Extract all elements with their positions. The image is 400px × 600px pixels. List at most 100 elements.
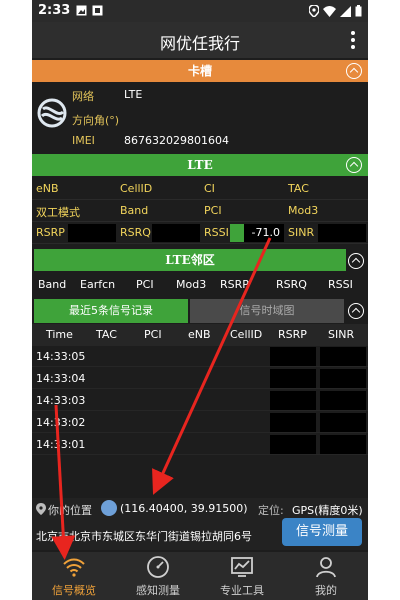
nav-label: 专业工具 [220, 584, 264, 597]
record-header: TAC [96, 328, 117, 341]
lte-row: RSRP RSRQ RSSI -71.0 SINR [32, 222, 368, 244]
location-coords: (116.40400, 39.91500) [120, 502, 248, 515]
signal-measure-button[interactable]: 信号测量 [282, 518, 362, 546]
lte-cell-label: Mod3 [288, 204, 319, 217]
app-bar: 网优任我行 [32, 22, 368, 58]
record-time: 14:33:03 [36, 394, 86, 407]
record-rsrp-cell [270, 347, 316, 366]
collapse-icon[interactable] [348, 253, 364, 269]
record-rsrp-cell [270, 391, 316, 410]
rsrq-value-box [152, 224, 200, 242]
bottom-nav: 信号概览 感知测量 专业工具 我的 [32, 552, 368, 600]
table-row: 14:33:01 [32, 434, 368, 455]
lte-cell-label: RSSI [204, 226, 229, 239]
lte-cell-label: eNB [36, 182, 59, 195]
china-mobile-logo-icon [37, 98, 67, 128]
table-row: 14:33:05 [32, 346, 368, 367]
record-header-row: Time TAC PCI eNB CellID RSRP SINR [32, 324, 368, 346]
table-row: 14:33:02 [32, 412, 368, 433]
collapse-icon[interactable] [348, 303, 364, 319]
position-label: 定位: [258, 504, 284, 517]
imei-label: IMEI [72, 134, 95, 147]
location-panel: 你的位置 (116.40400, 39.91500) 定位: GPS(精度0米)… [32, 498, 368, 550]
nav-label: 感知测量 [136, 584, 180, 597]
lte-cell-label: 双工模式 [36, 206, 80, 219]
lte-neighbor-title: LTE邻区 [165, 253, 215, 267]
sim-slot-section[interactable]: 卡槽 [32, 60, 368, 82]
lte-info-grid: eNB CellID CI TAC 双工模式 Band PCI Mod3 RSR… [32, 178, 368, 244]
gps-accuracy: GPS(精度0米) [292, 504, 363, 517]
tab-recent-records[interactable]: 最近5条信号记录 [34, 299, 188, 323]
record-header: Time [46, 328, 73, 341]
gauge-icon [147, 556, 169, 578]
signal-icon [340, 5, 351, 17]
lte-title: LTE [187, 158, 213, 172]
record-sinr-cell [320, 435, 366, 454]
neighbor-header: RSSI [328, 278, 353, 291]
lte-row: eNB CellID CI TAC [32, 178, 368, 200]
record-sinr-cell [320, 369, 366, 388]
wifi-status-icon [323, 5, 336, 17]
nav-label: 我的 [315, 584, 337, 597]
rssi-value-box: -71.0 [230, 224, 284, 242]
record-tabs: 最近5条信号记录 信号时域图 [32, 299, 368, 323]
phone-screen: 2:33 网优任我行 卡槽 网络 LTE 方向角(°) IMEI 8676320… [32, 0, 368, 600]
status-bar: 2:33 [32, 0, 368, 22]
chart-icon [231, 557, 253, 577]
lte-section[interactable]: LTE [32, 154, 368, 176]
location-icon [309, 5, 319, 17]
nav-item-perception-measure[interactable]: 感知测量 [116, 552, 200, 600]
nav-item-pro-tools[interactable]: 专业工具 [200, 552, 284, 600]
record-time: 14:33:04 [36, 372, 86, 385]
lte-cell-label: CellID [120, 182, 153, 195]
lte-neighbor-section[interactable]: LTE邻区 [34, 249, 346, 271]
rssi-value: -71.0 [251, 226, 280, 239]
record-time: 14:33:05 [36, 350, 86, 363]
image-icon [76, 5, 87, 16]
notification-icon [92, 5, 103, 16]
record-sinr-cell [320, 391, 366, 410]
more-menu-icon[interactable] [350, 30, 356, 50]
person-icon [316, 557, 336, 578]
network-label: 网络 [72, 90, 94, 103]
location-address: 北京市北京市东城区东华门街道锡拉胡同6号 [36, 530, 252, 543]
neighbor-header-row: Band Earfcn PCI Mod3 RSRP RSRQ RSSI [32, 274, 368, 296]
record-header: PCI [144, 328, 162, 341]
record-header: RSRP [278, 328, 307, 341]
record-sinr-cell [320, 347, 366, 366]
nav-item-mine[interactable]: 我的 [284, 552, 368, 600]
wifi-icon [63, 558, 85, 577]
neighbor-header: RSRQ [276, 278, 307, 291]
lte-cell-label: SINR [288, 226, 315, 239]
sim-slot-title: 卡槽 [187, 64, 212, 78]
collapse-icon[interactable] [346, 63, 362, 79]
neighbor-header: PCI [136, 278, 154, 291]
location-pin-icon [36, 503, 46, 515]
lte-cell-label: RSRQ [120, 226, 151, 239]
location-label: 你的位置 [48, 504, 92, 517]
neighbor-header: RSRP [220, 278, 249, 291]
nav-label: 信号概览 [52, 584, 96, 597]
network-value: LTE [124, 88, 143, 101]
sim-card-info: 网络 LTE 方向角(°) IMEI 867632029801604 [32, 82, 368, 152]
record-time: 14:33:02 [36, 416, 86, 429]
status-time: 2:33 [38, 3, 71, 18]
imei-value: 867632029801604 [124, 134, 229, 147]
nav-item-signal-overview[interactable]: 信号概览 [32, 552, 116, 600]
app-title: 网优任我行 [159, 34, 240, 53]
record-time: 14:33:01 [36, 438, 86, 451]
direction-label: 方向角(°) [72, 114, 120, 127]
tab-signal-timeline[interactable]: 信号时域图 [190, 299, 344, 323]
lte-cell-label: Band [120, 204, 149, 217]
lte-cell-label: CI [204, 182, 215, 195]
record-rsrp-cell [270, 413, 316, 432]
lte-cell-label: RSRP [36, 226, 65, 239]
rssi-level-bar [230, 224, 244, 242]
rsrp-value-box [68, 224, 116, 242]
neighbor-header: Earfcn [80, 278, 116, 291]
neighbor-header: Mod3 [176, 278, 207, 291]
collapse-icon[interactable] [346, 157, 362, 173]
globe-icon [101, 500, 117, 516]
status-icons [309, 3, 362, 19]
sinr-value-box [318, 224, 366, 242]
